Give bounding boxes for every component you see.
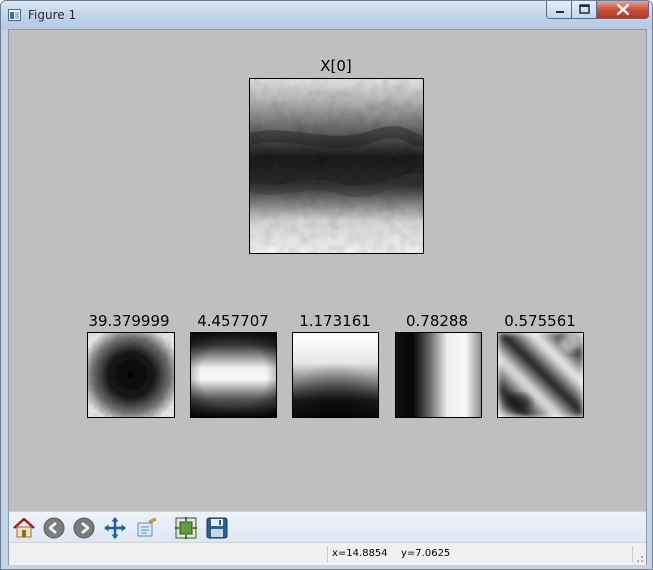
dark-blob-icon [88,333,174,417]
component-image-3 [292,332,379,418]
top-bright-gradient-icon [293,333,378,417]
component-title-4: 0.78288 [405,312,469,330]
component-image-2 [190,332,277,418]
back-button[interactable] [42,516,66,540]
minimize-icon [556,11,564,13]
diagonal-stripes-icon [498,333,583,417]
minimize-button[interactable] [546,1,572,19]
figure-window: Figure 1 X[0] 39.379999 4.457707 1.17316… [0,0,653,570]
window-title: Figure 1 [28,8,77,22]
close-icon [616,3,630,16]
resize-grip-icon[interactable] [634,553,644,563]
save-floppy-icon [206,517,228,539]
main-image-title: X[0] [320,57,352,75]
y-coordinate-readout: y=7.0625 [401,548,451,559]
home-button[interactable] [12,516,36,540]
back-arrow-icon [43,517,65,539]
left-dark-band-icon [396,333,481,417]
pan-button[interactable] [103,516,127,540]
status-separator [632,546,633,562]
maximize-icon [579,4,590,14]
component-title-3: 1.173161 [299,312,371,330]
home-icon [13,517,35,538]
status-separator [327,546,328,562]
client-area: X[0] 39.379999 4.457707 1.173161 0.78288… [8,29,647,565]
status-bar: x=14.8854 y=7.0625 [9,542,646,565]
subplots-button[interactable] [174,516,198,540]
forward-arrow-icon [73,517,95,539]
main-image-pixels [250,79,423,253]
figure-app-icon [8,9,21,21]
save-button[interactable] [205,516,229,540]
main-image [249,78,424,254]
component-title-1: 39.379999 [88,312,170,330]
component-image-1 [87,332,175,418]
title-bar[interactable]: Figure 1 [1,1,652,29]
zoom-button[interactable] [135,516,159,540]
navigation-toolbar [9,511,646,542]
caption-buttons [546,1,649,20]
horizontal-bright-band-icon [191,333,276,417]
figure-canvas[interactable]: X[0] 39.379999 4.457707 1.173161 0.78288… [9,30,646,510]
component-title-5: 0.575561 [504,312,576,330]
close-button[interactable] [597,1,649,19]
pan-icon [104,517,126,539]
component-title-2: 4.457707 [197,312,269,330]
component-image-4 [395,332,482,418]
subplots-config-icon [175,517,197,539]
forward-button[interactable] [72,516,96,540]
x-coordinate-readout: x=14.8854 [332,548,388,559]
zoom-rect-icon [137,517,157,537]
maximize-button[interactable] [572,1,597,19]
component-image-5 [497,332,584,418]
